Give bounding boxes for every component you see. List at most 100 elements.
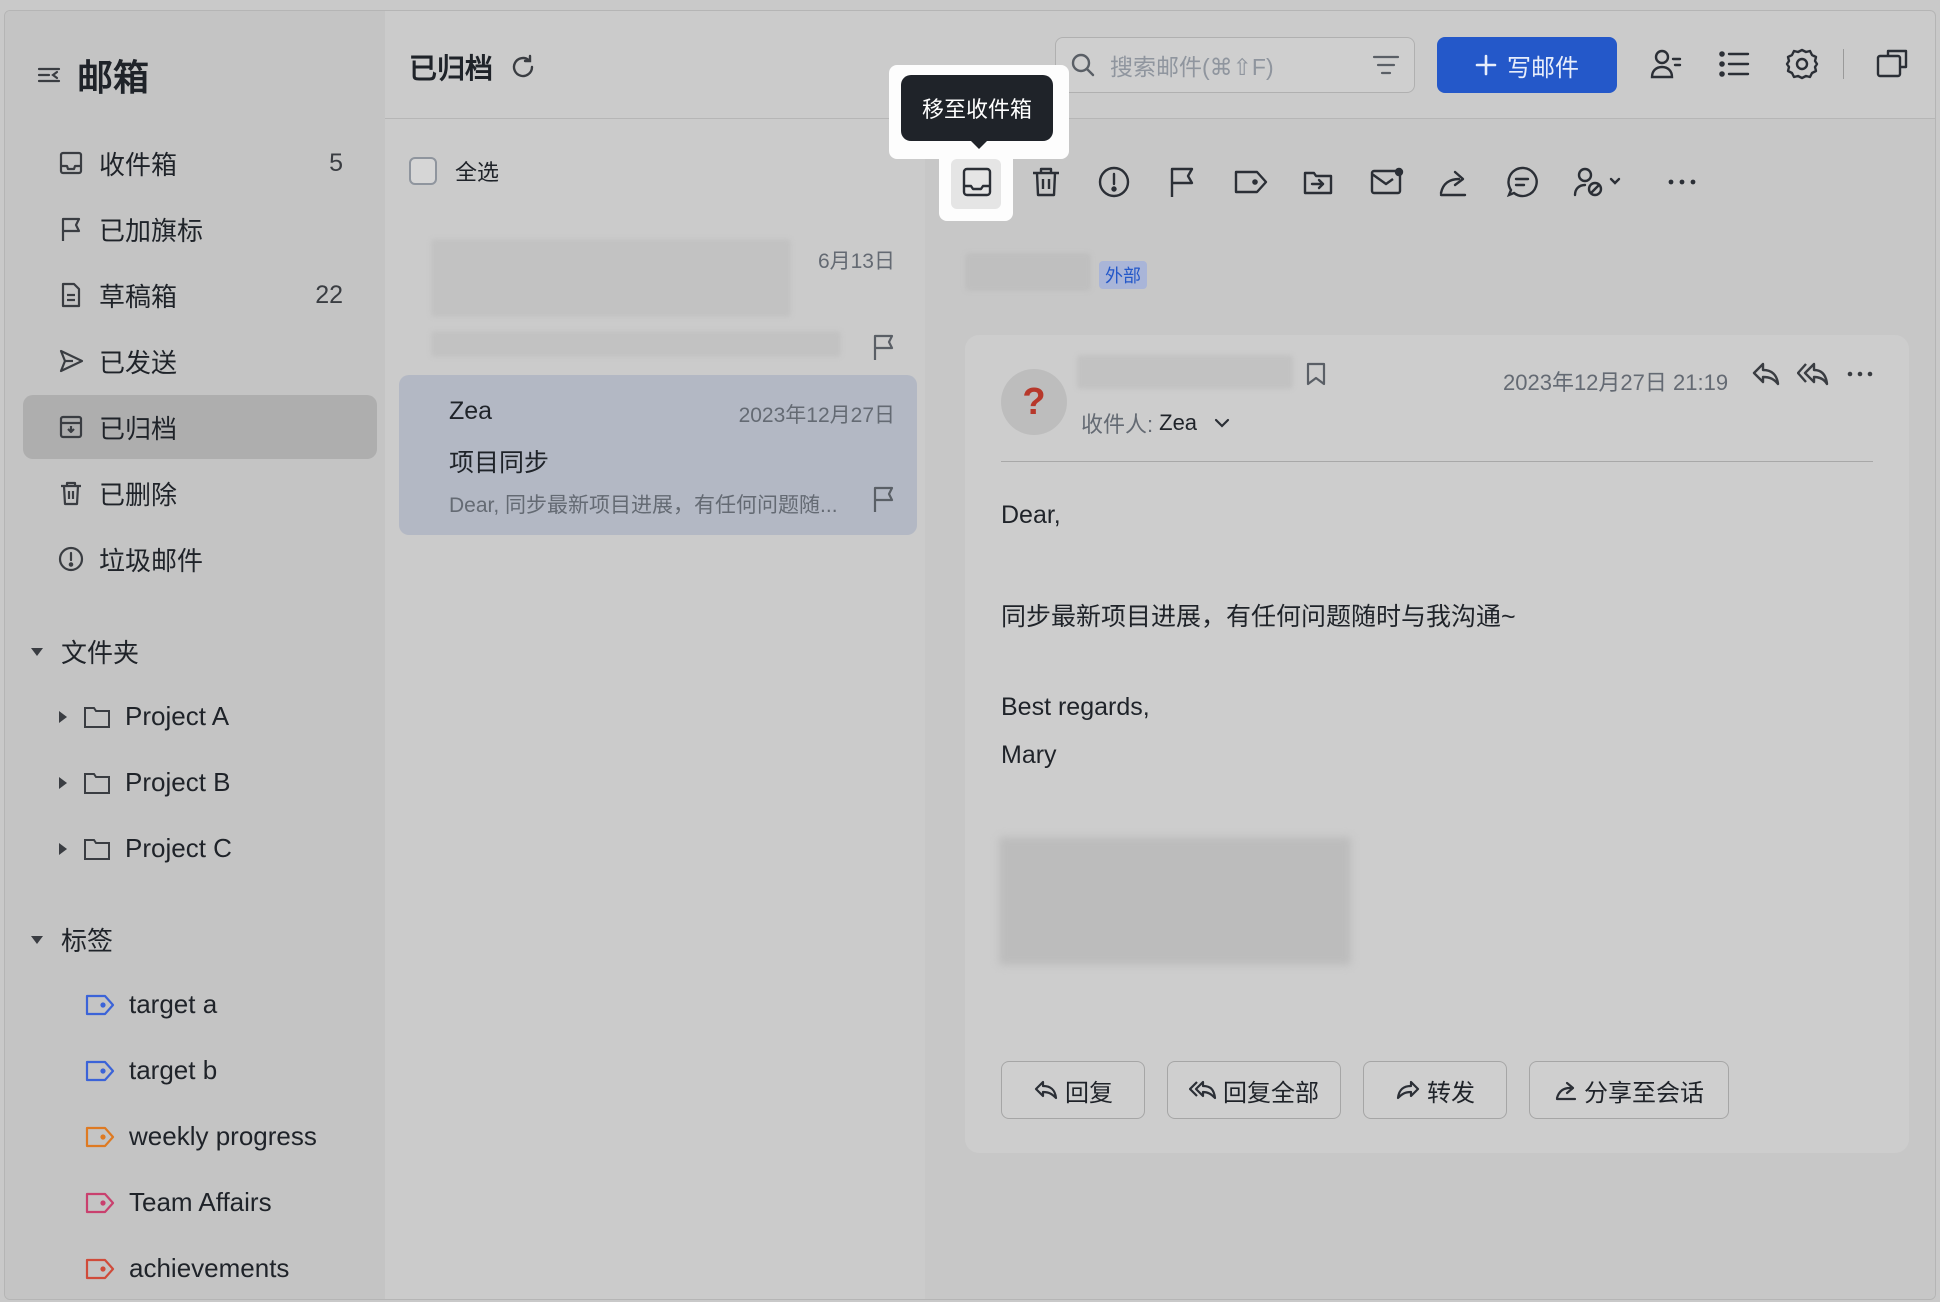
collapse-triangle-icon	[29, 932, 45, 948]
flag-icon	[57, 215, 85, 243]
folder-icon	[83, 771, 111, 795]
expand-caret-icon[interactable]	[57, 841, 69, 857]
share-icon[interactable]	[1437, 165, 1471, 199]
tag-icon	[85, 1060, 115, 1082]
delete-icon[interactable]	[1029, 165, 1063, 199]
external-badge: 外部	[1099, 261, 1147, 289]
mark-unread-icon[interactable]	[1369, 165, 1405, 199]
popout-window-icon[interactable]	[1875, 47, 1909, 81]
collapse-sidebar-icon[interactable]	[35, 61, 63, 89]
tag-item-target-a[interactable]: target a	[85, 989, 217, 1020]
filter-icon[interactable]	[1372, 52, 1400, 78]
tag-item-team-affairs[interactable]: Team Affairs	[85, 1187, 272, 1218]
compose-button[interactable]: 写邮件	[1437, 37, 1617, 93]
folder-project-b[interactable]: Project B	[57, 767, 231, 798]
spam-icon	[57, 545, 85, 573]
folder-project-a[interactable]: Project A	[57, 701, 229, 732]
more-options-icon[interactable]	[1845, 361, 1875, 387]
tag-item-weekly-progress[interactable]: weekly progress	[85, 1121, 317, 1152]
body-paragraph: 同步最新项目进展，有任何问题随时与我沟通~	[1001, 603, 1516, 631]
tag-item-target-b[interactable]: target b	[85, 1055, 217, 1086]
sidebar-item-flagged[interactable]: 已加旗标	[23, 197, 377, 261]
sidebar-item-label: 草稿箱	[99, 281, 178, 312]
contacts-icon[interactable]	[1649, 47, 1683, 81]
recipient-line[interactable]: 收件人: Zea	[1081, 407, 1231, 439]
tag-icon	[85, 994, 115, 1016]
reply-all-button[interactable]: 回复全部	[1167, 1061, 1341, 1119]
body-greeting: Dear,	[1001, 501, 1061, 529]
chevron-down-icon[interactable]	[1213, 416, 1231, 430]
flag-icon[interactable]	[871, 485, 897, 513]
mail-list-pane: 已归档 全选 6月13日 Zea 2023年12月27日 项目同步 Dear, …	[385, 11, 925, 1299]
redacted-sender	[431, 239, 791, 317]
recipient-name: Zea	[1159, 410, 1198, 435]
recipient-label: 收件人:	[1081, 412, 1154, 437]
draft-icon	[57, 281, 85, 309]
tags-section-header[interactable]: 标签	[29, 921, 113, 958]
sidebar: 邮箱 收件箱 5 已加旗标 草稿箱 22 已发送 已归档 已删除 垃圾邮件 文件…	[5, 11, 385, 1299]
folder-label: Project A	[125, 701, 230, 731]
folders-section-header[interactable]: 文件夹	[29, 633, 139, 670]
select-all-checkbox[interactable]	[409, 157, 437, 185]
reply-icon[interactable]	[1751, 361, 1781, 387]
tooltip: 移至收件箱	[901, 75, 1053, 141]
sender-avatar[interactable]: ?	[1001, 369, 1067, 435]
reply-button[interactable]: 回复	[1001, 1061, 1145, 1119]
header-divider	[385, 118, 1935, 119]
redacted-sender-name	[1077, 355, 1293, 389]
plus-icon	[1475, 54, 1497, 76]
sidebar-item-label: 垃圾邮件	[99, 545, 204, 576]
more-icon[interactable]	[1665, 165, 1699, 199]
forward-button[interactable]: 转发	[1363, 1061, 1507, 1119]
app-title: 邮箱	[77, 57, 150, 98]
sidebar-item-drafts[interactable]: 草稿箱 22	[23, 263, 377, 327]
list-view-icon[interactable]	[1717, 47, 1751, 81]
settings-gear-icon[interactable]	[1785, 47, 1819, 81]
redacted-subject	[965, 253, 1091, 291]
redacted-preview	[431, 331, 841, 357]
flag-icon[interactable]	[871, 333, 897, 361]
expand-caret-icon[interactable]	[57, 775, 69, 791]
flag-icon[interactable]	[1165, 165, 1199, 199]
mail-list-item-selected[interactable]: Zea 2023年12月27日 项目同步 Dear, 同步最新项目进展，有任何问…	[399, 375, 917, 535]
move-to-inbox-icon[interactable]	[960, 165, 994, 199]
spam-icon[interactable]	[1097, 165, 1131, 199]
refresh-icon[interactable]	[509, 53, 537, 81]
search-placeholder: 搜索邮件(⌘⇧F)	[1110, 54, 1274, 80]
bookmark-icon[interactable]	[1305, 361, 1327, 387]
mail-preview: Dear, 同步最新项目进展，有任何问题随...	[449, 494, 838, 517]
forward-icon	[1395, 1079, 1421, 1101]
sidebar-item-inbox[interactable]: 收件箱 5	[23, 131, 377, 195]
assign-icon[interactable]	[1573, 165, 1625, 199]
mail-sender: Zea	[449, 397, 493, 425]
sidebar-item-archived[interactable]: 已归档	[23, 395, 377, 459]
redacted-signature-image	[999, 837, 1351, 965]
reply-all-icon	[1189, 1079, 1217, 1101]
list-header: 已归档	[409, 47, 537, 87]
folder-icon	[83, 837, 111, 861]
sidebar-item-sent[interactable]: 已发送	[23, 329, 377, 393]
sidebar-item-spam[interactable]: 垃圾邮件	[23, 527, 377, 591]
move-icon[interactable]	[1301, 165, 1335, 199]
search-icon	[1070, 52, 1096, 78]
sidebar-item-label: 已删除	[99, 479, 178, 510]
expand-caret-icon[interactable]	[57, 709, 69, 725]
select-all-label: 全选	[455, 160, 500, 185]
share-to-chat-button[interactable]: 分享至会话	[1529, 1061, 1729, 1119]
folder-project-c[interactable]: Project C	[57, 833, 232, 864]
sidebar-item-label: 已归档	[99, 413, 178, 444]
sidebar-item-label: 收件箱	[99, 149, 178, 180]
select-all-control[interactable]: 全选	[409, 155, 499, 187]
label-icon[interactable]	[1233, 165, 1269, 199]
draft-count-badge: 22	[315, 280, 343, 309]
tags-title: 标签	[61, 926, 114, 956]
folder-label: Project C	[125, 833, 232, 863]
comment-icon[interactable]	[1505, 165, 1539, 199]
collapse-triangle-icon	[29, 644, 45, 660]
search-input[interactable]: 搜索邮件(⌘⇧F)	[1055, 37, 1415, 93]
mail-list-item[interactable]: 6月13日	[399, 227, 917, 367]
sidebar-item-deleted[interactable]: 已删除	[23, 461, 377, 525]
tag-item-achievements[interactable]: achievements	[85, 1253, 289, 1284]
mail-app-window: 邮箱 收件箱 5 已加旗标 草稿箱 22 已发送 已归档 已删除 垃圾邮件 文件…	[4, 10, 1936, 1300]
reply-all-icon[interactable]	[1797, 361, 1829, 387]
